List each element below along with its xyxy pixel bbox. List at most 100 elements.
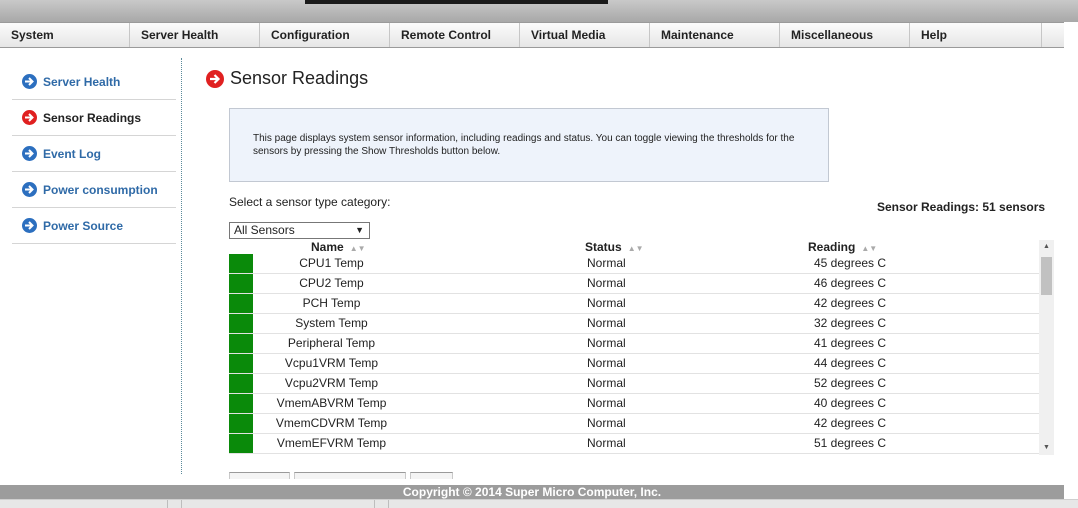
cell-reading: 42 degrees C [814,416,887,430]
cell-name: Vcpu1VRM Temp [284,356,379,370]
status-indicator [229,314,253,333]
browser-top-strip [0,0,1078,22]
caret-down-icon: ▼ [355,225,364,235]
scrollbar-thumb[interactable] [1041,257,1052,295]
cell-status: Normal [587,416,626,430]
cell-status: Normal [587,336,626,350]
page-title-text: Sensor Readings [230,68,369,88]
column-header-status[interactable]: Status ▲▼ [585,240,644,254]
column-header-name[interactable]: Name ▲▼ [311,240,366,254]
cell-reading: 46 degrees C [814,276,887,290]
arrow-right-icon [206,69,224,88]
cell-name: VmemABVRM Temp [276,396,387,410]
arrow-right-icon [22,74,37,89]
arrow-right-icon [22,182,37,197]
cell-name: VmemCDVRM Temp [275,416,388,430]
status-indicator [229,334,253,353]
sidebar-item-label: Sensor Readings [43,110,142,125]
cell-reading: 51 degrees C [814,436,887,450]
sort-icon: ▲▼ [349,244,366,253]
status-indicator [229,394,253,413]
status-indicator [229,374,253,393]
cell-reading: 44 degrees C [814,356,887,370]
status-indicator [229,414,253,433]
menu-remote-control[interactable]: Remote Control [390,23,520,47]
table-row[interactable]: System Temp Normal 32 degrees C [229,314,1039,334]
scroll-down-icon[interactable]: ▼ [1039,441,1054,455]
partial-button[interactable] [294,472,406,479]
cell-name: Vcpu2VRM Temp [284,376,379,390]
sensor-category-select[interactable]: All Sensors ▼ [229,222,370,239]
table-row[interactable]: CPU2 Temp Normal 46 degrees C [229,274,1039,294]
menu-system[interactable]: System [0,23,130,47]
sidebar-item-server-health[interactable]: Server Health [12,64,176,100]
table-scrollbar[interactable]: ▲ ▼ [1039,240,1054,455]
page-title: Sensor Readings [206,68,368,89]
cell-name: PCH Temp [302,296,361,310]
sidebar-item-sensor-readings[interactable]: Sensor Readings [12,100,176,136]
cell-reading: 32 degrees C [814,316,887,330]
table-header: Name ▲▼ Status ▲▼ Reading ▲▼ [229,240,1039,254]
cell-status: Normal [587,436,626,450]
scroll-up-icon[interactable]: ▲ [1039,240,1054,254]
cell-status: Normal [587,396,626,410]
table-row[interactable]: Vcpu1VRM Temp Normal 44 degrees C [229,354,1039,374]
cell-status: Normal [587,296,626,310]
sensor-count-label: Sensor Readings: 51 sensors [877,200,1046,214]
partial-button[interactable] [229,472,290,479]
cell-reading: 42 degrees C [814,296,887,310]
menu-server-health[interactable]: Server Health [130,23,260,47]
sort-icon: ▲▼ [627,244,644,253]
sidebar-item-event-log[interactable]: Event Log [12,136,176,172]
table-row[interactable]: VmemCDVRM Temp Normal 42 degrees C [229,414,1039,434]
cell-status: Normal [587,356,626,370]
table-row[interactable]: VmemEFVRM Temp Normal 51 degrees C [229,434,1039,454]
cell-name: Peripheral Temp [287,336,376,350]
menu-maintenance[interactable]: Maintenance [650,23,780,47]
partial-button[interactable] [410,472,453,479]
sidebar: Server Health Sensor Readings Event Log … [12,64,176,244]
sidebar-item-label: Power consumption [43,182,158,197]
sidebar-item-power-source[interactable]: Power Source [12,208,176,244]
cell-name: CPU1 Temp [299,256,364,270]
cell-status: Normal [587,256,626,270]
column-header-reading[interactable]: Reading ▲▼ [808,240,877,254]
status-indicator [229,354,253,373]
sort-icon: ▲▼ [861,244,878,253]
main-menu-bar: System Server Health Configuration Remot… [0,22,1064,48]
select-value: All Sensors [234,223,295,237]
sensor-table-body: CPU1 Temp Normal 45 degrees C CPU2 Temp Nor… [229,254,1039,454]
cell-reading: 41 degrees C [814,336,887,350]
cell-status: Normal [587,376,626,390]
table-row[interactable]: VmemABVRM Temp Normal 40 degrees C [229,394,1039,414]
cell-reading: 52 degrees C [814,376,887,390]
menu-virtual-media[interactable]: Virtual Media [520,23,650,47]
arrow-right-icon [22,146,37,161]
table-row[interactable]: Vcpu2VRM Temp Normal 52 degrees C [229,374,1039,394]
table-row[interactable]: PCH Temp Normal 42 degrees C [229,294,1039,314]
info-box: This page displays system sensor informa… [229,108,829,182]
menu-help[interactable]: Help [910,23,1042,47]
footer-copyright: Copyright © 2014 Super Micro Computer, I… [0,485,1064,499]
menu-miscellaneous[interactable]: Miscellaneous [780,23,910,47]
status-indicator [229,274,253,293]
status-indicator [229,254,253,273]
sidebar-item-power-consumption[interactable]: Power consumption [12,172,176,208]
table-row[interactable]: CPU1 Temp Normal 45 degrees C [229,254,1039,274]
cell-status: Normal [587,276,626,290]
menu-configuration[interactable]: Configuration [260,23,390,47]
sidebar-item-label: Power Source [43,218,124,233]
status-indicator [229,294,253,313]
top-dark-tab [305,0,608,4]
cell-status: Normal [587,316,626,330]
sidebar-item-label: Event Log [43,146,102,161]
cell-name: System Temp [295,316,368,330]
cell-reading: 40 degrees C [814,396,887,410]
cell-reading: 45 degrees C [814,256,887,270]
cell-name: VmemEFVRM Temp [276,436,387,450]
arrow-right-icon [22,218,37,233]
arrow-right-icon [22,110,37,125]
status-indicator [229,434,253,453]
cell-name: CPU2 Temp [299,276,364,290]
table-row[interactable]: Peripheral Temp Normal 41 degrees C [229,334,1039,354]
